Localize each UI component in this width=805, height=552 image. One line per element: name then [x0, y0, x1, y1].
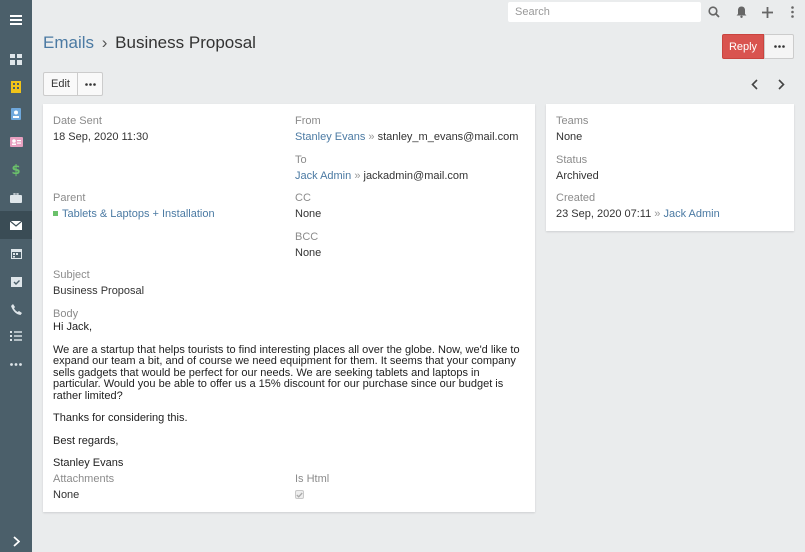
meetings-icon[interactable]: [0, 267, 32, 295]
more-icon[interactable]: [0, 350, 32, 378]
breadcrumb: Emails › Business Proposal: [43, 33, 256, 53]
status-square-icon: [53, 211, 58, 216]
from-email: stanley_m_evans@mail.com: [377, 131, 519, 143]
body-thanks: Thanks for considering this.: [53, 412, 188, 424]
menu-icon[interactable]: [0, 6, 32, 34]
to-value: Jack Admin » jackadmin@mail.com: [295, 170, 468, 183]
parent-field: Parent Tablets & Laptops + Installation: [53, 192, 215, 221]
status-field: Status Archived: [556, 154, 599, 183]
search-icon[interactable]: [705, 3, 723, 21]
subject-field: Subject Business Proposal: [53, 269, 144, 298]
emails-icon[interactable]: [0, 211, 32, 239]
body-field: Body: [53, 308, 78, 321]
reply-button[interactable]: Reply: [722, 34, 764, 59]
kebab-menu-icon[interactable]: [783, 3, 801, 21]
calendar-icon[interactable]: [0, 239, 32, 267]
parent-value: Tablets & Laptops + Installation: [53, 208, 215, 221]
cc-label: CC: [295, 192, 311, 204]
subject-label: Subject: [53, 269, 90, 281]
parent-label: Parent: [53, 192, 86, 204]
to-name-link[interactable]: Jack Admin: [295, 170, 351, 182]
created-by-link[interactable]: Jack Admin: [663, 208, 719, 220]
plus-icon[interactable]: [758, 3, 776, 21]
attachments-value: None: [53, 489, 80, 501]
leads-icon[interactable]: [0, 128, 32, 156]
attachments-label: Attachments: [53, 473, 115, 485]
expand-icon[interactable]: [0, 527, 32, 552]
breadcrumb-emails-link[interactable]: Emails: [43, 33, 94, 52]
parent-link[interactable]: Tablets & Laptops + Installation: [62, 208, 215, 220]
accounts-icon[interactable]: [0, 73, 32, 101]
cc-value: None: [295, 208, 322, 220]
status-label: Status: [556, 154, 588, 166]
check-icon: [296, 492, 303, 498]
tasks-icon[interactable]: [0, 322, 32, 350]
created-date: 23 Sep, 2020 07:11: [556, 208, 652, 220]
from-arrow: »: [368, 131, 375, 143]
to-label: To: [295, 154, 307, 166]
from-value: Stanley Evans » stanley_m_evans@mail.com: [295, 131, 518, 144]
bcc-value: None: [295, 247, 322, 259]
bell-icon[interactable]: [732, 3, 750, 21]
subject-value: Business Proposal: [53, 285, 145, 297]
body-greeting: Hi Jack,: [53, 321, 93, 333]
page-title: Business Proposal: [115, 33, 256, 52]
status-value: Archived: [556, 170, 599, 182]
breadcrumb-separator: ›: [101, 33, 108, 52]
more-dots-icon: [773, 45, 785, 48]
date-sent-label: Date Sent: [53, 115, 102, 127]
body-paragraph: We are a startup that helps tourists to …: [53, 343, 520, 402]
reply-more-button[interactable]: [764, 34, 794, 59]
to-field: To Jack Admin » jackadmin@mail.com: [295, 154, 468, 183]
edit-button[interactable]: Edit: [43, 72, 78, 96]
created-arrow: »: [654, 208, 661, 220]
body-closing: Best regards,: [53, 434, 119, 447]
record-side-panel: Teams None Status Archived Created 23 Se…: [546, 104, 794, 231]
attachments-field: Attachments None: [53, 473, 114, 502]
created-value: 23 Sep, 2020 07:11 » Jack Admin: [556, 208, 720, 221]
next-record-icon[interactable]: [774, 77, 788, 91]
is-html-field: Is Html: [295, 473, 329, 499]
more-dots-icon: [84, 82, 96, 86]
created-label: Created: [556, 192, 596, 204]
bcc-label: BCC: [295, 231, 319, 243]
calls-icon[interactable]: [0, 295, 32, 323]
opportunities-icon[interactable]: $: [0, 156, 32, 184]
contacts-icon[interactable]: [0, 100, 32, 128]
sidebar: $: [0, 0, 32, 552]
teams-label: Teams: [556, 115, 589, 127]
is-html-checkbox: [295, 490, 304, 499]
teams-value: None: [556, 131, 583, 143]
to-arrow: »: [354, 170, 361, 182]
from-name-link[interactable]: Stanley Evans: [295, 131, 365, 143]
previous-record-icon[interactable]: [747, 77, 761, 91]
bcc-field: BCC None: [295, 231, 321, 260]
teams-field: Teams None: [556, 115, 588, 144]
email-body: Hi Jack, We are a startup that helps tou…: [53, 321, 523, 470]
email-detail-panel: Date Sent 18 Sep, 2020 11:30 From Stanle…: [43, 104, 535, 512]
from-field: From Stanley Evans » stanley_m_evans@mai…: [295, 115, 518, 144]
body-label: Body: [53, 308, 79, 320]
from-label: From: [295, 115, 321, 127]
created-field: Created 23 Sep, 2020 07:11 » Jack Admin: [556, 192, 720, 221]
body-signature: Stanley Evans: [53, 457, 124, 469]
is-html-label: Is Html: [295, 473, 330, 485]
dashboard-icon[interactable]: [0, 45, 32, 73]
edit-more-button[interactable]: [78, 72, 103, 96]
search-input[interactable]: [508, 2, 701, 22]
cases-icon[interactable]: [0, 184, 32, 212]
to-email: jackadmin@mail.com: [363, 170, 469, 182]
cc-field: CC None: [295, 192, 321, 221]
date-sent-field: Date Sent 18 Sep, 2020 11:30: [53, 115, 148, 144]
date-sent-value: 18 Sep, 2020 11:30: [53, 131, 149, 143]
